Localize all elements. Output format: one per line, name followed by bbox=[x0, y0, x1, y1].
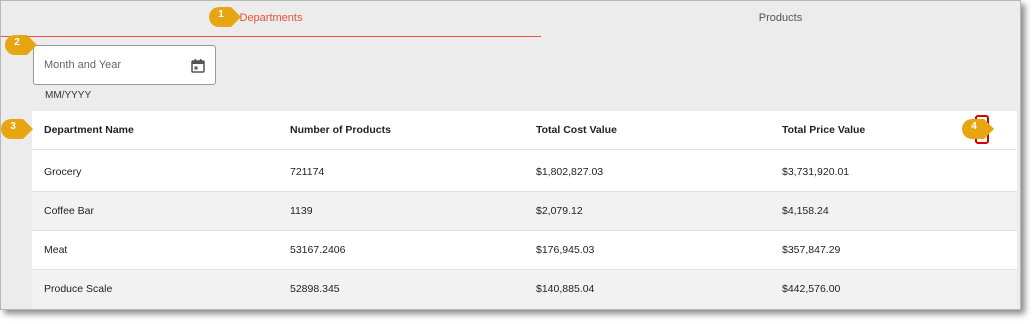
total-price-value-cell: $3,731,920.01 bbox=[782, 166, 850, 178]
number-of-products-cell: 53167.2406 bbox=[290, 244, 346, 256]
table-row[interactable]: Coffee Bar 1139 $2,079.12 $4,158.24 bbox=[32, 192, 1017, 231]
tab-departments[interactable]: Departments bbox=[1, 1, 541, 35]
callout-number-1: 1 bbox=[218, 9, 224, 20]
department-name-cell: Produce Scale bbox=[44, 283, 113, 295]
department-name-cell: Meat bbox=[44, 244, 68, 256]
total-price-value-cell: $4,158.24 bbox=[782, 205, 829, 217]
callout-number-4: 4 bbox=[971, 121, 977, 132]
tab-bar: Departments Products bbox=[1, 1, 1020, 37]
total-cost-value-cell: $2,079.12 bbox=[536, 205, 583, 217]
date-format-helper: MM/YYYY bbox=[45, 90, 92, 101]
callout-number-2: 2 bbox=[14, 37, 20, 48]
calendar-icon[interactable] bbox=[190, 58, 206, 74]
callout-number-3: 3 bbox=[10, 121, 16, 132]
table-header-row: Department Name Number of Products Total… bbox=[32, 111, 1017, 150]
number-of-products-cell: 52898.345 bbox=[290, 283, 340, 295]
tab-products[interactable]: Products bbox=[541, 1, 1020, 35]
column-header-department-name[interactable]: Department Name bbox=[44, 111, 134, 149]
table-row[interactable]: Grocery 721174 $1,802,827.03 $3,731,920.… bbox=[32, 153, 1017, 192]
active-tab-indicator bbox=[1, 36, 541, 37]
total-cost-value-cell: $1,802,827.03 bbox=[536, 166, 604, 178]
department-name-cell: Grocery bbox=[44, 166, 82, 178]
month-year-input[interactable]: Month and Year bbox=[33, 45, 216, 85]
column-header-number-of-products[interactable]: Number of Products bbox=[290, 111, 391, 149]
total-cost-value-cell: $140,885.04 bbox=[536, 283, 595, 295]
total-price-value-cell: $442,576.00 bbox=[782, 283, 841, 295]
total-price-value-cell: $357,847.29 bbox=[782, 244, 841, 256]
table-row[interactable]: Produce Scale 52898.345 $140,885.04 $442… bbox=[32, 270, 1017, 309]
department-name-cell: Coffee Bar bbox=[44, 205, 95, 217]
report-panel: Departments Products Month and Year MM/Y… bbox=[0, 0, 1021, 310]
number-of-products-cell: 1139 bbox=[290, 205, 313, 217]
departments-table: Department Name Number of Products Total… bbox=[32, 111, 1017, 309]
table-row[interactable]: Meat 53167.2406 $176,945.03 $357,847.29 bbox=[32, 231, 1017, 270]
column-header-total-cost-value[interactable]: Total Cost Value bbox=[536, 111, 617, 149]
month-year-placeholder: Month and Year bbox=[44, 59, 122, 71]
total-cost-value-cell: $176,945.03 bbox=[536, 244, 595, 256]
column-header-total-price-value[interactable]: Total Price Value bbox=[782, 111, 865, 149]
number-of-products-cell: 721174 bbox=[290, 166, 325, 178]
